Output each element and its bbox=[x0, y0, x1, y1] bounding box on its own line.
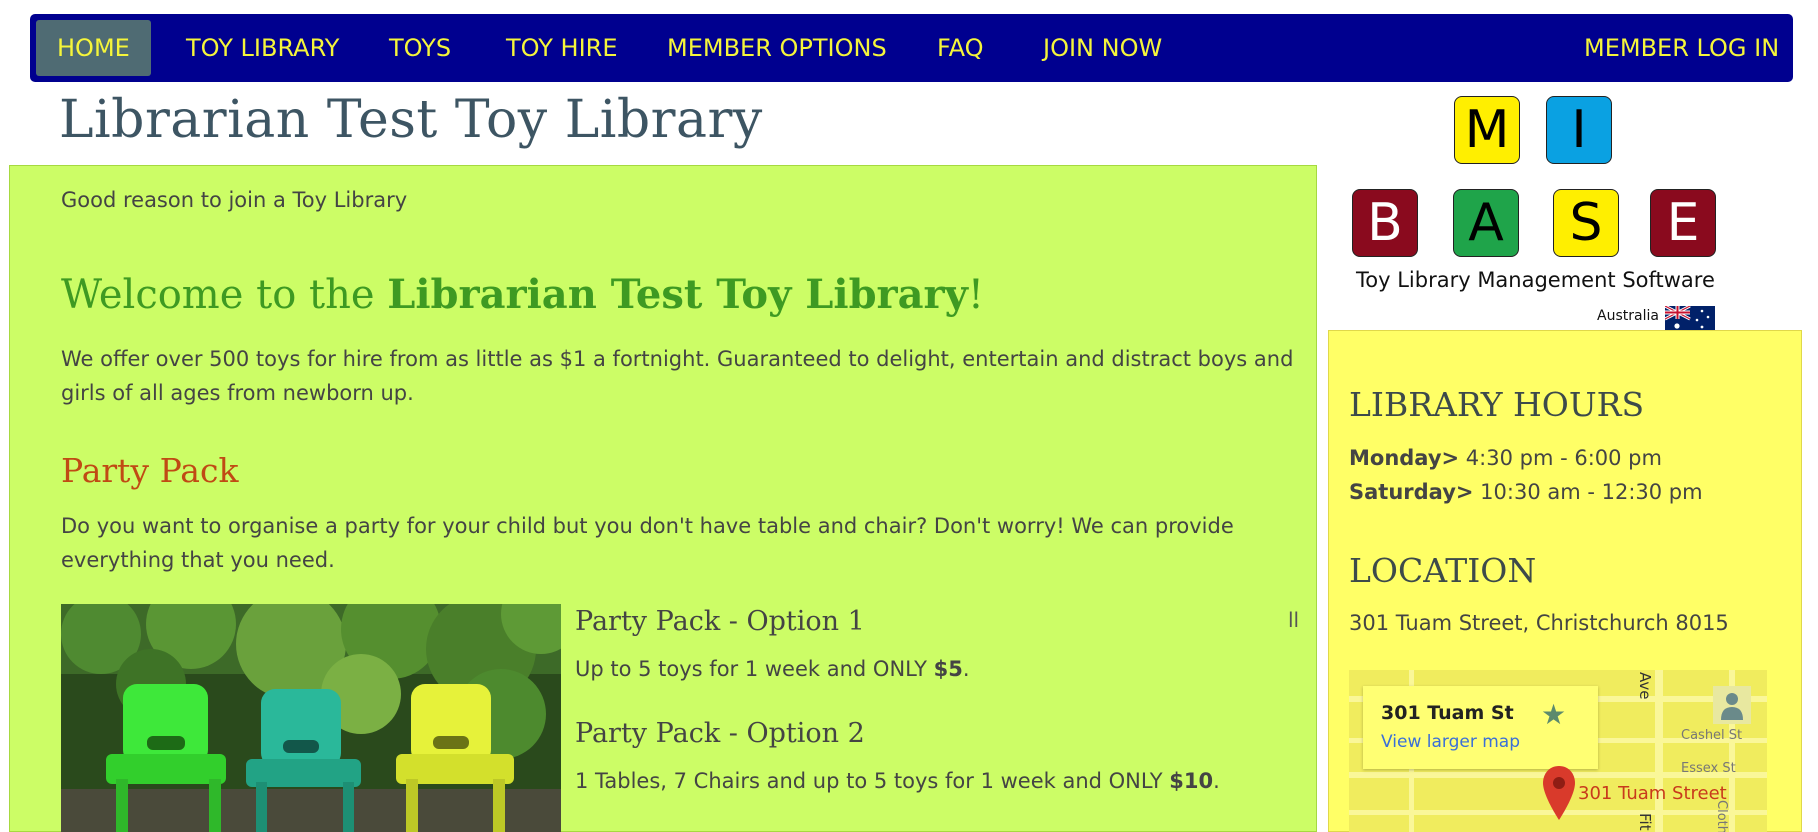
map-street-label: Fit bbox=[1636, 813, 1654, 831]
location-heading: LOCATION bbox=[1349, 551, 1537, 590]
slideshow-pause-button[interactable]: ll bbox=[1288, 608, 1299, 632]
map-street-label: Clothier St bbox=[1714, 800, 1729, 832]
logo-tile-b: B bbox=[1352, 189, 1418, 257]
logo-tile-s: S bbox=[1553, 189, 1619, 257]
intro-paragraph: We offer over 500 toys for hire from as … bbox=[61, 347, 1294, 405]
nav-home[interactable]: HOME bbox=[36, 20, 151, 76]
logo-tile-e: E bbox=[1650, 189, 1716, 257]
hours-monday: Monday> 4:30 pm - 6:00 pm bbox=[1349, 446, 1662, 470]
sidebar-info-panel: LIBRARY HOURS Monday> 4:30 pm - 6:00 pm … bbox=[1328, 330, 1802, 832]
map-pin-label: 301 Tuam Street bbox=[1578, 783, 1727, 804]
view-larger-map-link[interactable]: View larger map bbox=[1381, 732, 1520, 752]
map-street-label: Ave bbox=[1636, 672, 1654, 700]
party-pack-heading: Party Pack bbox=[61, 451, 239, 490]
nav-toy-library[interactable]: TOY LIBRARY bbox=[186, 20, 339, 76]
party-chairs-illustration bbox=[61, 604, 561, 832]
logo-country: Australia bbox=[1597, 308, 1659, 324]
hours-saturday: Saturday> 10:30 am - 12:30 pm bbox=[1349, 480, 1703, 504]
reason-text: Good reason to join a Toy Library bbox=[61, 188, 408, 212]
map-card-title: 301 Tuam St bbox=[1381, 702, 1514, 724]
street-view-pegman-icon[interactable] bbox=[1713, 686, 1751, 724]
nav-member-login[interactable]: MEMBER LOG IN bbox=[1584, 20, 1779, 76]
welcome-heading: Welcome to the Librarian Test Toy Librar… bbox=[61, 271, 984, 318]
map-pin-icon[interactable] bbox=[1541, 764, 1577, 822]
option1-title: Party Pack - Option 1 bbox=[575, 606, 865, 637]
nav-toys[interactable]: TOYS bbox=[389, 20, 451, 76]
map-road bbox=[1655, 670, 1663, 832]
library-hours-heading: LIBRARY HOURS bbox=[1349, 385, 1645, 424]
page-title: Librarian Test Toy Library bbox=[59, 90, 763, 150]
option2-text: 1 Tables, 7 Chairs and up to 5 toys for … bbox=[575, 769, 1220, 793]
nav-toy-hire[interactable]: TOY HIRE bbox=[506, 20, 618, 76]
nav-faq[interactable]: FAQ bbox=[937, 20, 984, 76]
location-map[interactable]: Cashel St Essex St Clothier St Ave Fit 3… bbox=[1349, 670, 1767, 832]
logo-tile-a: A bbox=[1453, 189, 1519, 257]
australia-flag-icon bbox=[1665, 306, 1715, 332]
main-navbar: HOME TOY LIBRARY TOYS TOY HIRE MEMBER OP… bbox=[30, 14, 1793, 82]
map-street-label: Essex St bbox=[1681, 761, 1736, 776]
logo-tile-m: M bbox=[1454, 96, 1520, 164]
map-street-label: Cashel St bbox=[1681, 728, 1743, 743]
save-star-icon[interactable]: ★ bbox=[1541, 698, 1566, 731]
logo-caption: Toy Library Management Software bbox=[1356, 268, 1715, 292]
mibase-logo[interactable]: M I B A S E Toy Library Management Softw… bbox=[1340, 92, 1780, 337]
option2-title: Party Pack - Option 2 bbox=[575, 718, 865, 749]
location-address: 301 Tuam Street, Christchurch 8015 bbox=[1349, 611, 1729, 635]
nav-member-options[interactable]: MEMBER OPTIONS bbox=[667, 20, 887, 76]
logo-tile-i: I bbox=[1546, 96, 1612, 164]
option1-text: Up to 5 toys for 1 week and ONLY $5. bbox=[575, 657, 970, 681]
party-chairs-image bbox=[61, 604, 561, 832]
main-content-panel: Good reason to join a Toy Library Welcom… bbox=[9, 165, 1317, 832]
nav-join-now[interactable]: JOIN NOW bbox=[1043, 20, 1162, 76]
party-pack-paragraph: Do you want to organise a party for your… bbox=[61, 514, 1234, 572]
map-info-card: 301 Tuam St View larger map ★ bbox=[1363, 686, 1598, 769]
